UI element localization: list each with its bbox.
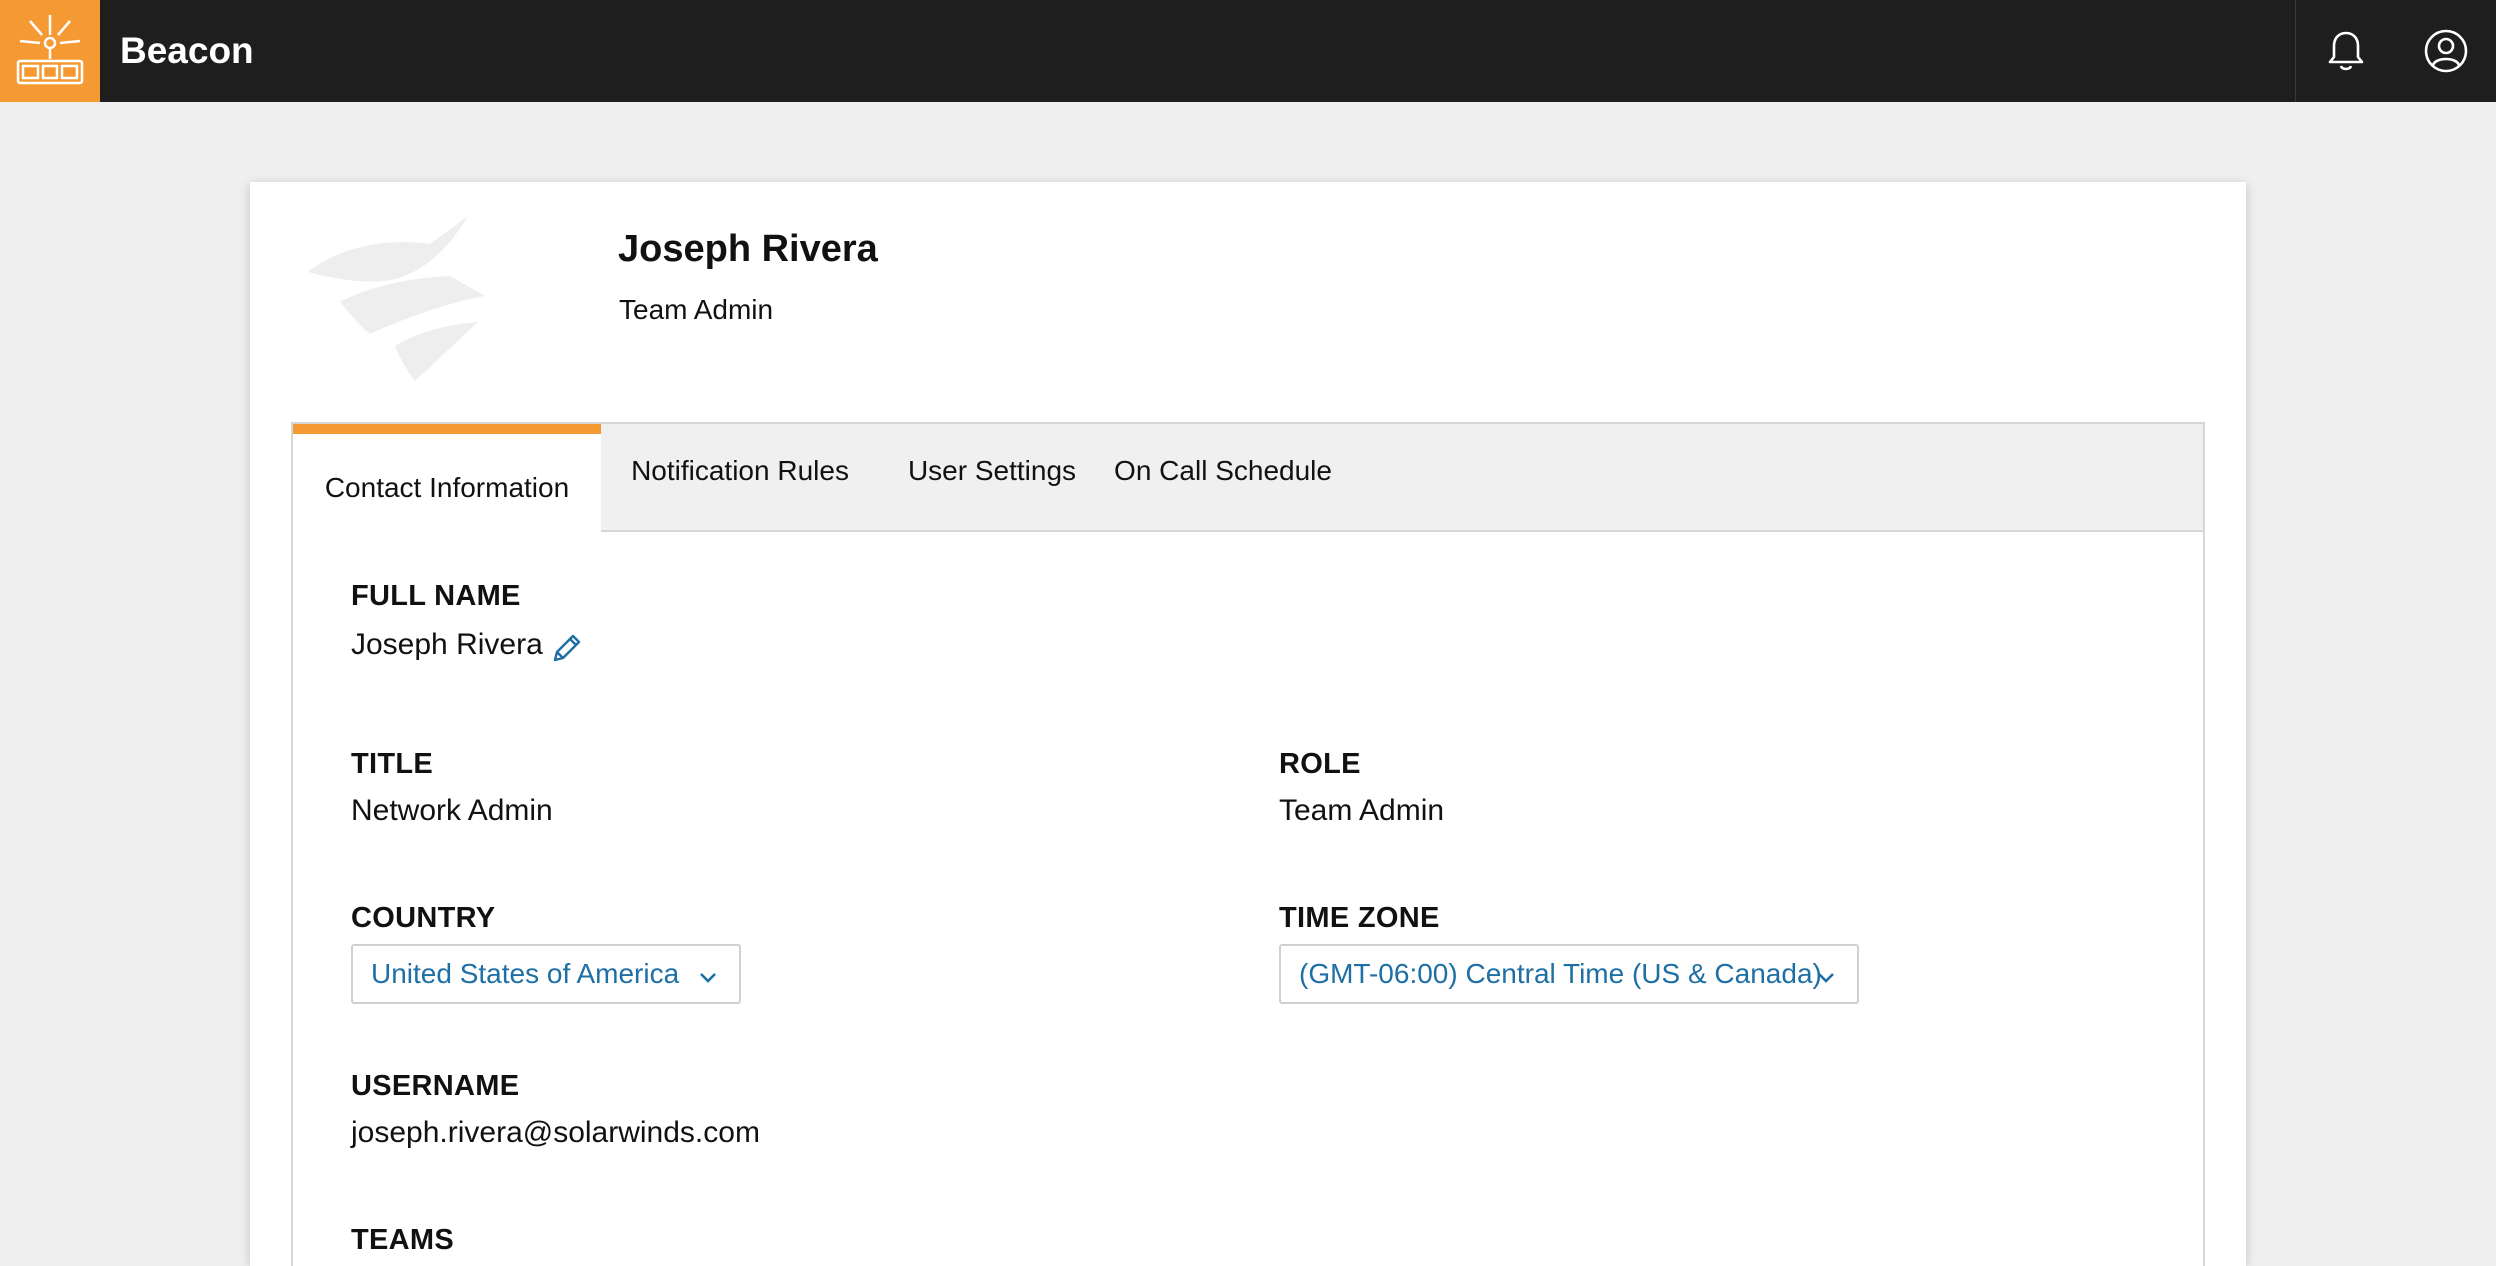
country-label: COUNTRY	[351, 902, 496, 934]
country-select[interactable]: United States of America	[351, 944, 741, 1004]
chevron-down-icon	[697, 964, 719, 996]
time-zone-select[interactable]: (GMT-06:00) Central Time (US & Canada)	[1279, 944, 1859, 1004]
tab-on-call-schedule[interactable]: On Call Schedule	[1105, 424, 1341, 532]
username-value: joseph.rivera@solarwinds.com	[351, 1116, 760, 1149]
role-label: ROLE	[1279, 748, 1361, 780]
app-name: Beacon	[120, 30, 254, 71]
topbar-actions	[2295, 0, 2496, 102]
country-select-value: United States of America	[371, 958, 680, 989]
tab-contact-information[interactable]: Contact Information	[293, 424, 601, 534]
tab-bar: Contact Information Notification Rules U…	[293, 424, 2203, 534]
profile-tab-panel: Contact Information Notification Rules U…	[291, 422, 2205, 1266]
bell-icon[interactable]	[2296, 0, 2396, 102]
pencil-icon[interactable]	[549, 632, 583, 671]
username-label: USERNAME	[351, 1070, 520, 1102]
title-label: TITLE	[351, 748, 434, 780]
profile-role: Team Admin	[619, 294, 774, 325]
user-circle-icon[interactable]	[2396, 0, 2496, 102]
beacon-logo-icon[interactable]	[0, 0, 100, 102]
tab-notification-rules[interactable]: Notification Rules	[601, 424, 879, 532]
full-name-label: FULL NAME	[351, 580, 521, 612]
title-value: Network Admin	[351, 794, 553, 827]
full-name-value: Joseph Rivera	[351, 628, 543, 661]
top-navigation-bar: Beacon	[0, 0, 2496, 102]
profile-name: Joseph Rivera	[618, 228, 878, 270]
user-profile-card: Joseph Rivera Team Admin Contact Informa…	[250, 182, 2246, 1266]
time-zone-label: TIME ZONE	[1279, 902, 1440, 934]
teams-label: TEAMS	[351, 1224, 454, 1256]
tab-user-settings[interactable]: User Settings	[879, 424, 1105, 532]
role-value: Team Admin	[1279, 794, 1445, 827]
avatar	[300, 216, 530, 386]
chevron-down-icon	[1815, 964, 1837, 996]
time-zone-select-value: (GMT-06:00) Central Time (US & Canada)	[1299, 958, 1822, 989]
